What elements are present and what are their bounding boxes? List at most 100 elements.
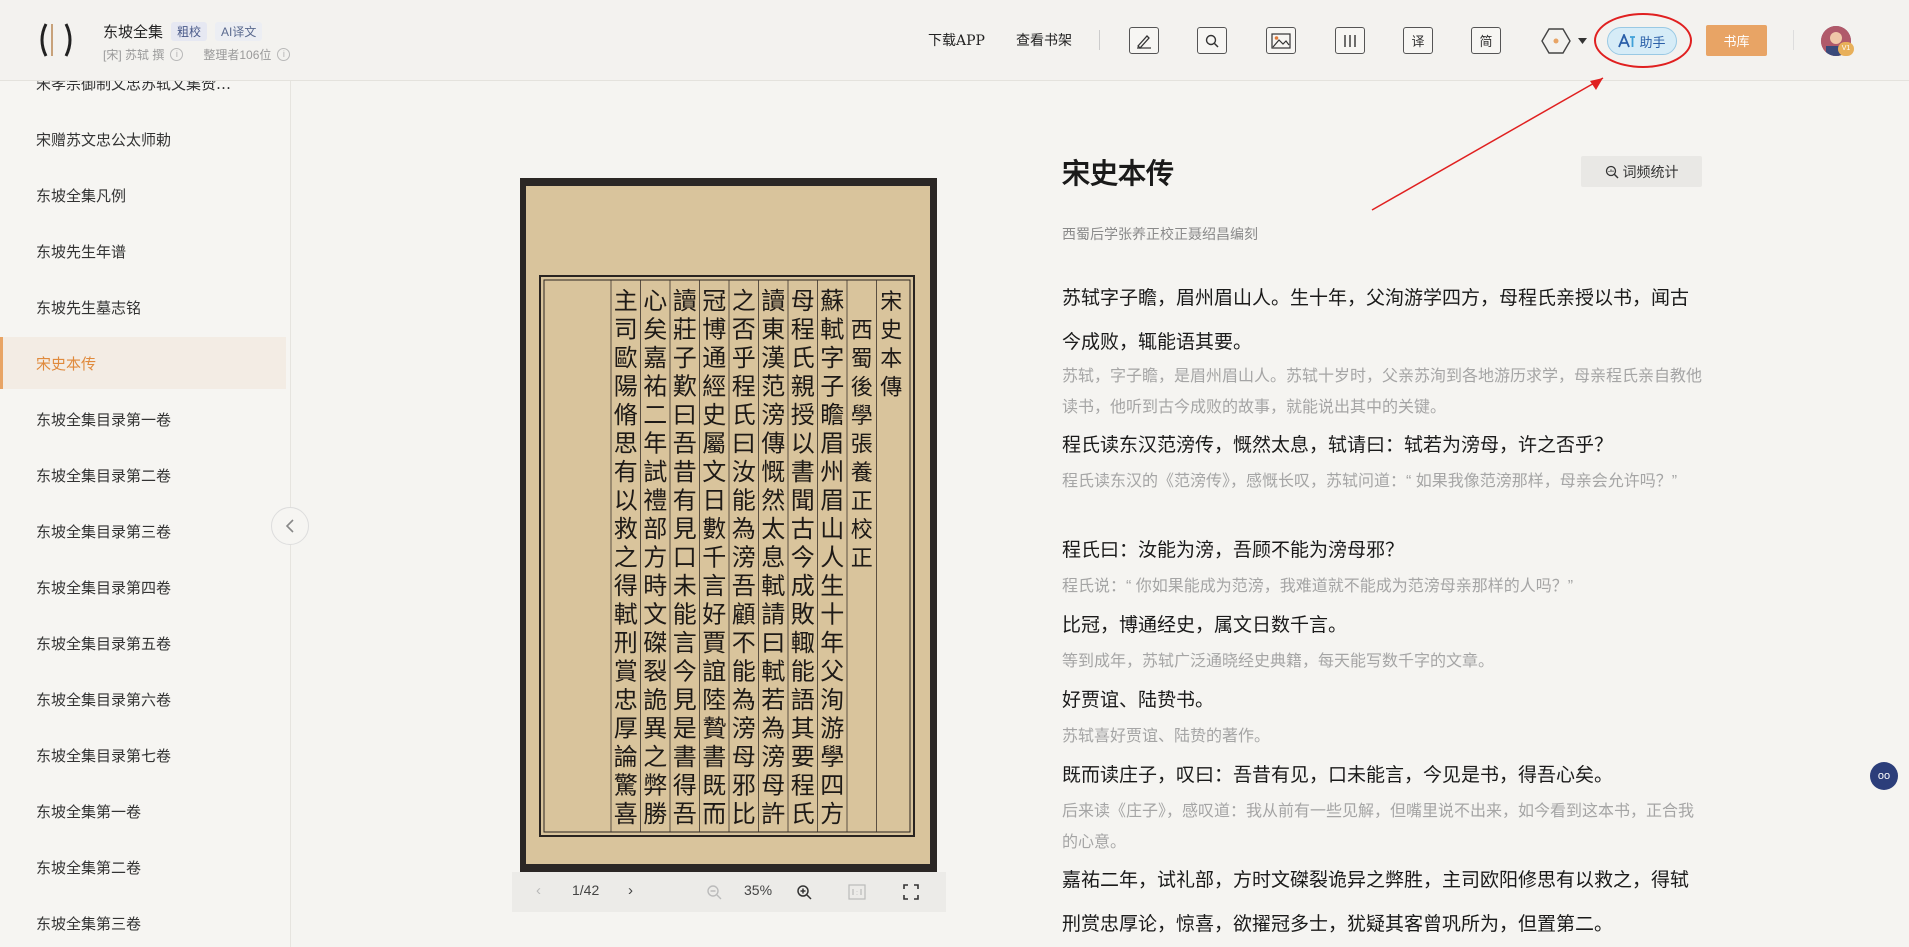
- vip-badge-text: V1: [1841, 45, 1851, 52]
- collation-tag: 粗校: [171, 22, 208, 41]
- toc-item[interactable]: 东坡全集目录第二卷: [0, 449, 286, 501]
- toc-item[interactable]: 东坡全集目录第三卷: [0, 505, 286, 557]
- scan-character: 以: [791, 430, 815, 458]
- ai-translation-tag: AI译文: [215, 22, 263, 41]
- scan-character: 輙: [791, 629, 815, 657]
- vertical-layout-tool-button[interactable]: [1335, 27, 1365, 54]
- toc-item[interactable]: 东坡全集第二卷: [0, 841, 286, 893]
- original-text[interactable]: 嘉祐二年，试礼部，方时文磔裂诡异之弊胜，主司欧阳修思有以救之，得轼刑赏忠厚论，惊…: [1062, 858, 1702, 946]
- original-text[interactable]: 程氏曰：汝能为滂，吾顾不能为滂母邪？: [1062, 528, 1702, 572]
- library-button[interactable]: 书库: [1706, 25, 1767, 56]
- scan-character: 十: [820, 601, 844, 629]
- scan-character: 祐: [643, 373, 667, 401]
- scan-character: 母: [791, 287, 815, 315]
- theme-dropdown[interactable]: [1541, 28, 1591, 54]
- scan-character: 言: [702, 572, 726, 600]
- scan-character: 許: [761, 800, 785, 828]
- toc-item[interactable]: 东坡先生年谱: [0, 225, 286, 277]
- scan-character: 喜: [614, 800, 638, 828]
- zoom-out-icon[interactable]: [706, 884, 722, 900]
- scan-character: 言: [673, 629, 697, 657]
- scan-character: 得: [673, 772, 697, 800]
- ai-assistant-button[interactable]: 助手: [1607, 27, 1677, 55]
- original-text[interactable]: 既而读庄子，叹曰：吾昔有见，口未能言，今见是书，得吾心矣。: [1062, 753, 1702, 797]
- original-text[interactable]: 好贾谊、陆贽书。: [1062, 678, 1702, 722]
- scan-character: 傳: [761, 430, 785, 458]
- scan-character: 吾: [673, 800, 697, 828]
- fullscreen-icon[interactable]: [903, 884, 919, 900]
- scan-character: 試: [643, 458, 667, 486]
- simplified-tool-button[interactable]: 简: [1471, 27, 1501, 54]
- scan-character: 賞: [614, 658, 638, 686]
- toc-item[interactable]: 宋孝宗御制文忠苏轼文集赞…: [0, 81, 286, 109]
- view-bookshelf-link[interactable]: 查看书架: [1016, 30, 1072, 50]
- scan-character: 太: [761, 515, 785, 543]
- scan-character: 不: [732, 629, 756, 657]
- translate-tool-button[interactable]: 译: [1403, 27, 1433, 54]
- download-app-link[interactable]: 下载APP: [928, 30, 985, 50]
- scan-character: 驚: [614, 772, 638, 800]
- scan-character: 嘉: [643, 344, 667, 372]
- scan-character: 游: [820, 715, 844, 743]
- toc-item[interactable]: 东坡全集目录第六卷: [0, 673, 286, 725]
- scan-character: 滂: [732, 544, 756, 572]
- scan-character: 子: [820, 373, 844, 401]
- scan-character: 能: [732, 658, 756, 686]
- scan-character: 誼: [702, 658, 726, 686]
- scan-character: 莊: [673, 316, 697, 344]
- toc-item[interactable]: 东坡全集第一卷: [0, 785, 286, 837]
- scan-character: 軾: [761, 658, 785, 686]
- toc-item-active[interactable]: 宋史本传: [0, 337, 286, 389]
- image-tool-button[interactable]: [1266, 27, 1296, 54]
- scan-character: 聞: [791, 487, 815, 515]
- info-icon[interactable]: i: [277, 48, 291, 61]
- toc-item[interactable]: 东坡全集目录第七卷: [0, 729, 286, 781]
- book-title-row: 东坡全集 粗校 AI译文: [103, 21, 263, 42]
- toc-item[interactable]: 东坡全集目录第四卷: [0, 561, 286, 613]
- scan-character: 時: [643, 572, 667, 600]
- scan-character: 請: [761, 601, 785, 629]
- next-page-icon[interactable]: ›: [628, 882, 633, 899]
- book-title[interactable]: 东坡全集: [103, 21, 163, 42]
- book-meta: [宋] 苏轼 撰 i 整理者106位 i: [103, 46, 304, 63]
- scan-character: 正: [851, 490, 873, 515]
- original-text[interactable]: 比冠，博通经史，属文日数千言。: [1062, 603, 1702, 647]
- toc-item[interactable]: 东坡全集目录第一卷: [0, 393, 286, 445]
- collapse-sidebar-button[interactable]: [271, 507, 309, 545]
- scan-page-drawing: 宋史本傳西蜀後學張養正校正蘇軾字子瞻眉州眉山人生十年父洵游學四方母程氏親授以書聞…: [526, 186, 930, 864]
- search-icon: [1205, 34, 1219, 48]
- toc-item[interactable]: 宋赠苏文忠公太师勅: [0, 113, 286, 165]
- annotate-tool-button[interactable]: [1129, 27, 1159, 54]
- scan-character: 異: [643, 715, 667, 743]
- prev-page-icon[interactable]: ‹: [536, 882, 541, 899]
- scan-character: 司: [614, 316, 638, 344]
- toc-item[interactable]: 东坡先生墓志铭: [0, 281, 286, 333]
- scan-character: 能: [791, 658, 815, 686]
- logo-icon[interactable]: [36, 20, 76, 60]
- toc-item[interactable]: 东坡全集第三卷: [0, 897, 286, 947]
- scan-viewer[interactable]: 宋史本傳西蜀後學張養正校正蘇軾字子瞻眉州眉山人生十年父洵游學四方母程氏親授以書聞…: [520, 178, 937, 872]
- scan-character: 詭: [643, 686, 667, 714]
- translation-text: 程氏说：“ 你如果能成为范滂，我难道就不能成为范滂母亲那样的人吗？”: [1062, 578, 1574, 595]
- toc-item[interactable]: 东坡全集目录第五卷: [0, 617, 286, 669]
- scan-character: 而: [702, 800, 726, 828]
- scan-character: 若: [761, 686, 785, 714]
- edition-note: 西蜀后学张养正校正聂绍昌编刻: [1062, 227, 1258, 243]
- actual-size-icon[interactable]: [848, 884, 866, 900]
- scan-character: 眉: [820, 487, 844, 515]
- info-icon[interactable]: i: [170, 48, 184, 61]
- scan-character: 贄: [702, 715, 726, 743]
- original-text[interactable]: 苏轼字子瞻，眉州眉山人。生十年，父洵游学四方，母程氏亲授以书，闻古今成败，辄能语…: [1062, 276, 1702, 364]
- scan-character: 授: [791, 401, 815, 429]
- original-text[interactable]: 程氏读东汉范滂传，慨然太息，轼请曰：轼若为滂母，许之否乎？: [1062, 423, 1702, 467]
- search-tool-button[interactable]: [1197, 27, 1227, 54]
- scan-character: 山: [820, 515, 844, 543]
- zoom-in-icon[interactable]: [796, 884, 812, 900]
- image-icon: [1271, 32, 1291, 49]
- toc-item[interactable]: 东坡全集凡例: [0, 169, 286, 221]
- scan-character: 能: [673, 601, 697, 629]
- floating-assistant-button[interactable]: oo: [1870, 762, 1898, 790]
- scan-character: 有: [614, 458, 638, 486]
- scan-character: 陽: [614, 373, 638, 401]
- scan-character: 史: [880, 319, 902, 344]
